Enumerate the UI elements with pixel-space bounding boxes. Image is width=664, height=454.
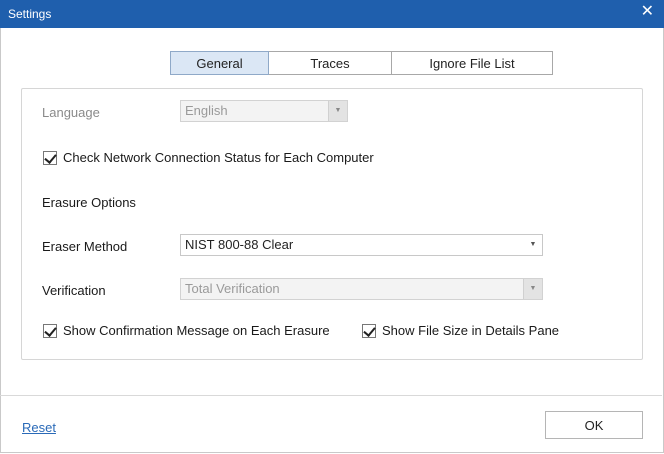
tab-general-label: General	[196, 55, 243, 71]
tab-bar: General Traces Ignore File List	[170, 51, 553, 75]
eraser-method-value: NIST 800-88 Clear	[185, 237, 294, 252]
ok-button[interactable]: OK	[545, 411, 643, 439]
eraser-method-select[interactable]: NIST 800-88 Clear ▼	[180, 234, 543, 256]
verification-select: Total Verification ▼	[180, 278, 543, 300]
erasure-options-heading: Erasure Options	[42, 195, 136, 210]
show-file-size-label: Show File Size in Details Pane	[382, 323, 560, 338]
ok-button-label: OK	[584, 417, 604, 433]
title-bar: Settings ✕	[0, 0, 664, 28]
language-value: English	[185, 103, 228, 118]
general-settings-panel	[21, 88, 643, 360]
tab-ignore-file-list-label: Ignore File List	[429, 55, 515, 71]
footer-divider	[0, 395, 662, 396]
chevron-down-icon: ▼	[328, 101, 347, 121]
verification-value: Total Verification	[185, 281, 280, 296]
tab-traces[interactable]: Traces	[268, 51, 392, 75]
window-title: Settings	[8, 7, 52, 21]
reset-link[interactable]: Reset	[22, 420, 56, 435]
close-icon[interactable]: ✕	[641, 4, 654, 20]
show-confirmation-checkbox[interactable]: Show Confirmation Message on Each Erasur…	[43, 323, 330, 338]
eraser-method-label: Eraser Method	[42, 239, 128, 254]
checkbox-checked-icon[interactable]	[362, 323, 376, 338]
show-confirmation-label: Show Confirmation Message on Each Erasur…	[63, 323, 330, 338]
language-label: Language	[42, 105, 100, 120]
language-select: English ▼	[180, 100, 348, 122]
check-network-label: Check Network Connection Status for Each…	[63, 150, 374, 165]
chevron-down-icon: ▼	[523, 279, 542, 299]
verification-label: Verification	[42, 283, 106, 298]
show-file-size-checkbox[interactable]: Show File Size in Details Pane	[362, 323, 559, 338]
chevron-down-icon[interactable]: ▼	[524, 235, 542, 255]
tab-traces-label: Traces	[310, 55, 350, 71]
checkbox-checked-icon[interactable]	[43, 323, 57, 338]
tab-general[interactable]: General	[170, 51, 269, 75]
checkbox-checked-icon[interactable]	[43, 150, 57, 165]
check-network-checkbox[interactable]: Check Network Connection Status for Each…	[43, 150, 374, 165]
tab-ignore-file-list[interactable]: Ignore File List	[391, 51, 553, 75]
